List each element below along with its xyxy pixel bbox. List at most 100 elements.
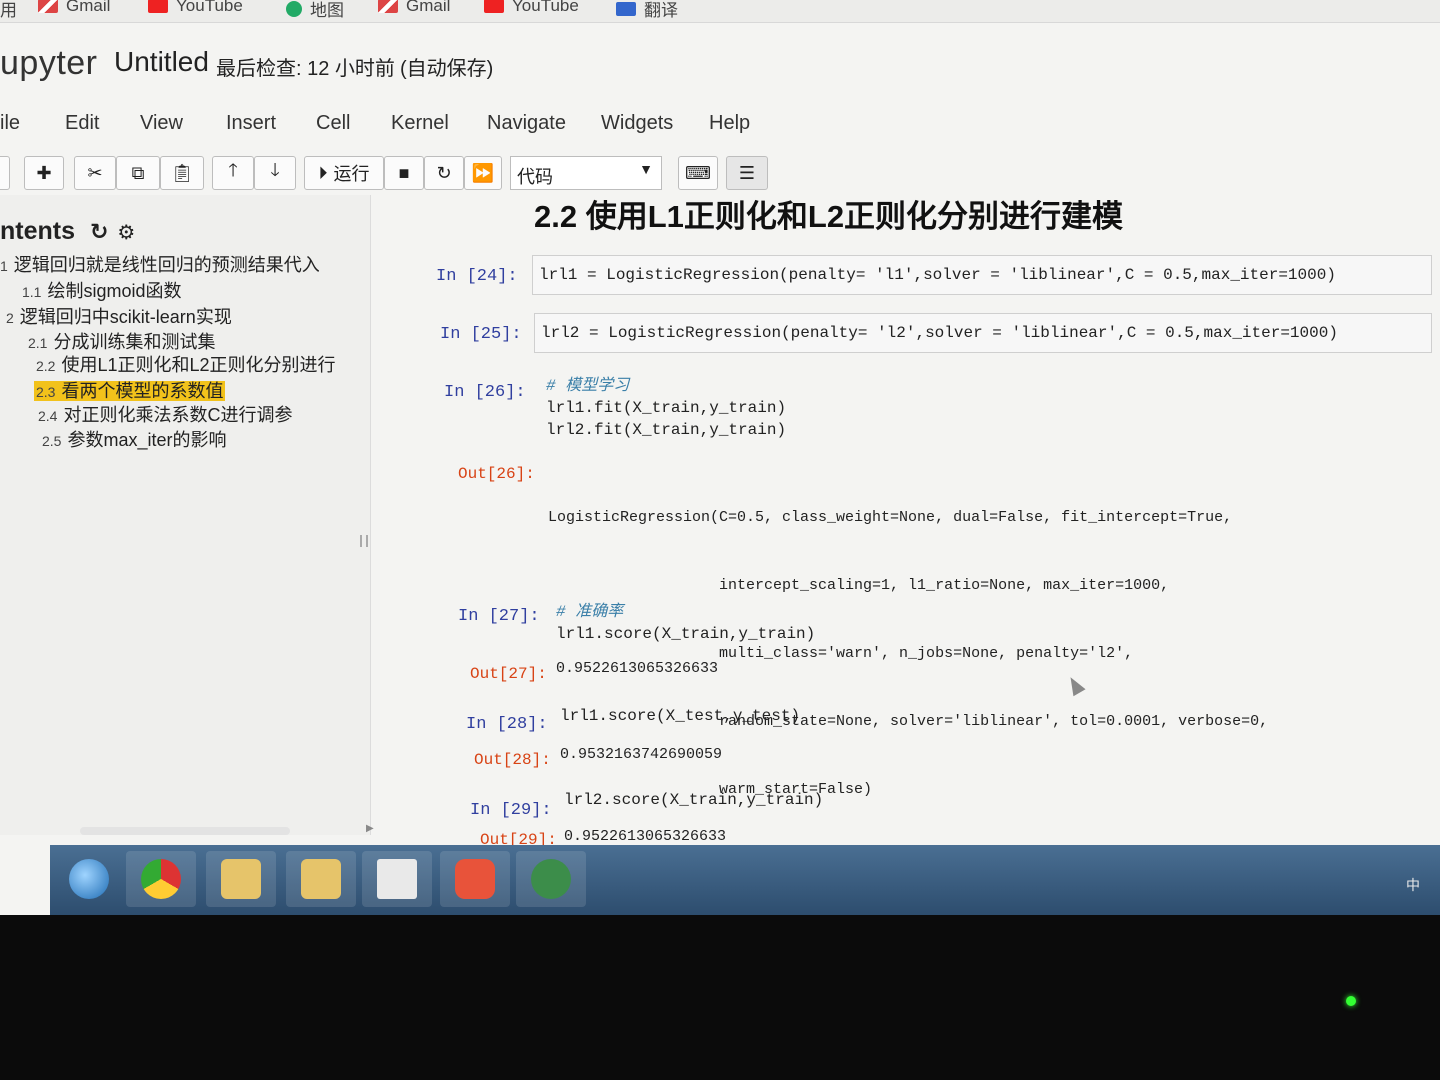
translate-icon [616,1,636,16]
folder-icon [301,859,341,899]
run-button[interactable]: ⏵ 运行 [304,156,384,190]
paste-button[interactable]: 📋︎ [160,156,204,190]
bookmark-label: Gmail [66,0,111,15]
code-line: lrl1.fit(X_train,y_train) [546,399,787,417]
menu-navigate[interactable]: Navigate [487,112,566,135]
youtube-icon [148,0,168,13]
refresh-icon[interactable]: ↻ [90,219,108,244]
restart-run-all-button[interactable]: ⏩ [464,156,502,190]
youtube-icon [484,0,504,13]
taskbar-explorer[interactable] [286,851,356,907]
menu-view[interactable]: View [140,112,183,135]
taskbar: 中 [50,845,1440,915]
save-button[interactable]: ▪ [0,156,10,190]
toc-item-label: 对正则化乘法系数C进行调参 [63,405,293,425]
bookmark-translate[interactable]: 翻译 [616,0,678,21]
restart-button[interactable]: ↻ [424,156,464,190]
toc-item[interactable]: 2 逻辑回归中scikit-learn实现 [6,303,232,329]
gmail-icon [38,0,58,13]
code-input[interactable]: lrl2 = LogisticRegression(penalty= 'l2',… [534,313,1432,353]
markdown-heading: 2.2 使用L1正则化和L2正则化分别进行建模 [534,199,1124,234]
code-line: lrl2 = LogisticRegression(penalty= 'l2',… [541,324,1338,342]
toc-item[interactable]: 1.1 绘制sigmoid函数 [22,277,182,303]
caret-down-icon: ▼ [639,161,653,177]
code-input[interactable]: lrl1 = LogisticRegression(penalty= 'l1',… [532,255,1432,295]
windows-start-icon [69,859,109,899]
menu-kernel[interactable]: Kernel [391,112,449,135]
toc-item[interactable]: 1 逻辑回归就是线性回归的预测结果代入 [0,251,320,277]
insert-cell-button[interactable]: ✚ [24,156,64,190]
code-input[interactable]: lrl2.score(X_train,y_train) [564,789,823,811]
taskbar-app-green[interactable] [516,851,586,907]
bookmark-apps[interactable]: 用 [0,0,17,21]
app-green-icon [531,859,571,899]
step-forward-icon: ⏵ [318,162,328,183]
code-line: lrl2.fit(X_train,y_train) [546,421,787,439]
code-comment: # 模型学习 [546,377,630,395]
input-prompt: In [29]: [470,801,552,820]
paste-icon: 📋︎ [170,162,194,183]
menu-insert[interactable]: Insert [226,112,276,135]
document-icon [377,859,417,899]
toc-item-active[interactable]: 2.3 看两个模型的系数值 [34,377,226,403]
bookmark-label: YouTube [512,0,579,15]
plus-icon: ✚ [36,162,52,183]
menu-widgets[interactable]: Widgets [601,112,673,135]
toc-scrollbar[interactable] [80,827,290,835]
notebook-name[interactable]: Untitled [114,46,209,78]
bookmark-gmail-2[interactable]: Gmail [378,0,450,16]
toc-item-number: 1.1 [22,284,42,300]
toc-item-number: 2 [6,310,14,326]
start-button[interactable] [54,851,124,907]
taskbar-documents[interactable] [362,851,432,907]
copy-icon: ⧉ [131,162,145,183]
menu-file[interactable]: ile [0,112,20,135]
arrow-up-icon: 🡑 [228,160,238,180]
input-method-indicator[interactable]: 中 [1406,877,1420,893]
run-label: 运行 [333,164,370,184]
toc-resize-handle[interactable] [360,535,368,547]
code-input[interactable]: lrl1.score(X_test,y_test) [560,705,800,727]
system-tray[interactable]: 中 [1406,875,1420,895]
menu-edit[interactable]: Edit [65,112,99,135]
taskbar-app[interactable] [206,851,276,907]
code-input[interactable]: # 模型学习 lrl1.fit(X_train,y_train) lrl2.fi… [546,375,786,441]
toc-item[interactable]: 2.5 参数max_iter的影响 [42,426,227,452]
taskbar-chrome[interactable] [126,851,196,907]
cut-button[interactable]: ✂ [74,156,116,190]
toc-item[interactable]: 2.2 使用L1正则化和L2正则化分别进行 [36,351,336,377]
command-palette-button[interactable]: ⌨ [678,156,718,190]
toc-toggle-button[interactable]: ☰ [726,156,768,190]
gmail-icon [378,0,398,13]
interrupt-button[interactable]: ■ [384,156,424,190]
bookmark-gmail[interactable]: Gmail [38,0,110,16]
menu-help[interactable]: Help [709,112,750,135]
cell-type-value: 代码 [517,167,553,187]
code-line: lrl2.score(X_train,y_train) [564,791,824,809]
move-up-button[interactable]: 🡑 [212,156,254,190]
jupyter-logo[interactable]: upyter [0,44,98,83]
notebook-toolbar: ▪ ✚ ✂ ⧉ 📋︎ 🡑 🡓 ⏵ 运行 ■ ↻ ⏩ 代码 ▼ ⌨ ☰ [0,152,1440,192]
bookmark-maps[interactable]: 地图 [286,0,344,21]
toc-item-label: 参数max_iter的影响 [67,430,227,450]
cell-type-select[interactable]: 代码 ▼ [510,156,662,190]
bookmark-label: 用 [0,1,17,20]
toc-item[interactable]: 2.4 对正则化乘法系数C进行调参 [38,401,292,427]
menu-bar: ile Edit View Insert Cell Kernel Navigat… [0,100,1440,142]
toc-item-label: 逻辑回归中scikit-learn实现 [19,307,232,327]
bookmark-youtube[interactable]: YouTube [148,0,243,16]
code-input[interactable]: # 准确率 lrl1.score(X_train,y_train) [556,601,815,645]
move-down-button[interactable]: 🡓 [254,156,296,190]
bookmark-label: 翻译 [644,1,678,20]
monitor-screen: 用 Gmail YouTube 地图 Gmail YouTube 翻译 upyt… [0,0,1440,915]
toc-item-number: 1 [0,258,8,274]
copy-button[interactable]: ⧉ [116,156,160,190]
gear-icon[interactable]: ⚙ [117,222,135,244]
input-prompt: In [26]: [444,383,526,402]
bookmark-youtube-2[interactable]: YouTube [484,0,579,16]
code-line: lrl1 = LogisticRegression(penalty= 'l1',… [539,266,1336,284]
menu-cell[interactable]: Cell [316,112,350,135]
stop-icon: ■ [398,162,410,183]
taskbar-app-orange[interactable] [440,851,510,907]
input-prompt: In [27]: [458,607,540,626]
